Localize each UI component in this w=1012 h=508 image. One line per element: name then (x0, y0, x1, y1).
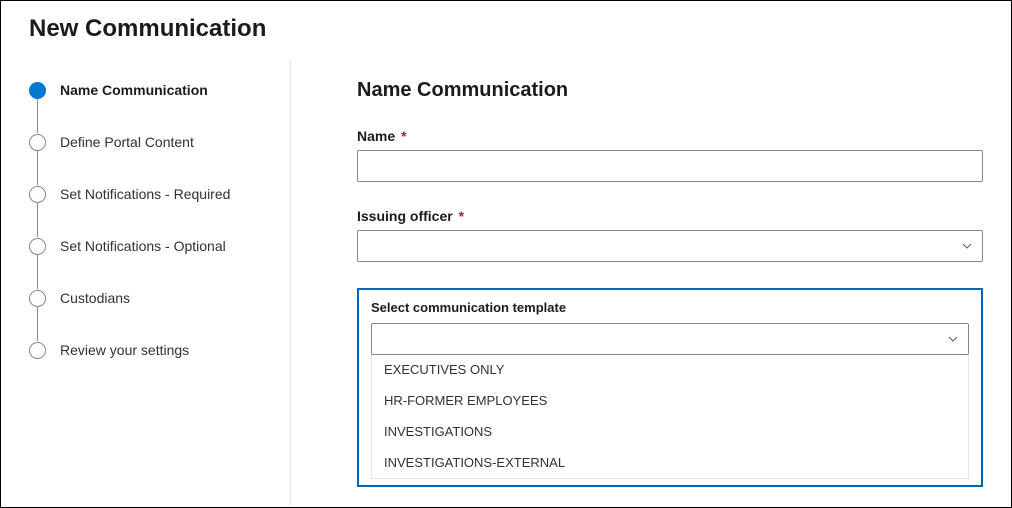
field-issuing-officer: Issuing officer * (357, 208, 983, 262)
step-connector (37, 151, 38, 185)
step-label: Review your settings (60, 342, 189, 358)
step-connector (37, 307, 38, 341)
step-bubble-icon (29, 134, 46, 151)
name-label-text: Name (357, 128, 395, 144)
step-label: Set Notifications - Optional (60, 238, 226, 254)
template-block: Select communication template EXECUTIVES… (357, 288, 983, 487)
wizard-step[interactable]: Set Notifications - Required (29, 185, 278, 203)
template-option[interactable]: HR-FORMER EMPLOYEES (372, 385, 968, 416)
step-connector (37, 255, 38, 289)
step-label: Custodians (60, 290, 130, 306)
step-label: Name Communication (60, 82, 208, 98)
step-label: Set Notifications - Required (60, 186, 230, 202)
wizard-step[interactable]: Define Portal Content (29, 133, 278, 151)
step-connector (37, 99, 38, 133)
step-bubble-icon (29, 238, 46, 255)
template-option[interactable]: INVESTIGATIONS-EXTERNAL (372, 447, 968, 478)
wizard-step[interactable]: Review your settings (29, 341, 278, 359)
page-title: New Communication (1, 1, 1011, 61)
required-marker: * (459, 208, 464, 224)
wizard-step[interactable]: Custodians (29, 289, 278, 307)
step-bubble-icon (29, 186, 46, 203)
wizard-steps-sidebar: Name Communication Define Portal Content S… (1, 61, 291, 507)
name-label: Name * (357, 128, 983, 144)
template-label: Select communication template (371, 300, 969, 315)
name-input[interactable] (357, 150, 983, 182)
step-bubble-icon (29, 290, 46, 307)
template-dropdown-list: EXECUTIVES ONLYHR-FORMER EMPLOYEESINVEST… (371, 354, 969, 479)
wizard-step[interactable]: Set Notifications - Optional (29, 237, 278, 255)
step-connector (37, 203, 38, 237)
template-option[interactable]: INVESTIGATIONS (372, 416, 968, 447)
step-bubble-icon (29, 342, 46, 359)
required-marker: * (401, 128, 406, 144)
wizard-step[interactable]: Name Communication (29, 81, 278, 99)
issuing-officer-label-text: Issuing officer (357, 208, 453, 224)
step-bubble-icon (29, 82, 46, 99)
main-panel: Name Communication Name * Issuing office… (291, 61, 1011, 507)
issuing-officer-label: Issuing officer * (357, 208, 983, 224)
template-select[interactable] (371, 323, 969, 355)
issuing-officer-select[interactable] (357, 230, 983, 262)
step-label: Define Portal Content (60, 134, 194, 150)
template-option[interactable]: EXECUTIVES ONLY (372, 354, 968, 385)
field-name: Name * (357, 128, 983, 182)
section-title: Name Communication (357, 79, 983, 102)
